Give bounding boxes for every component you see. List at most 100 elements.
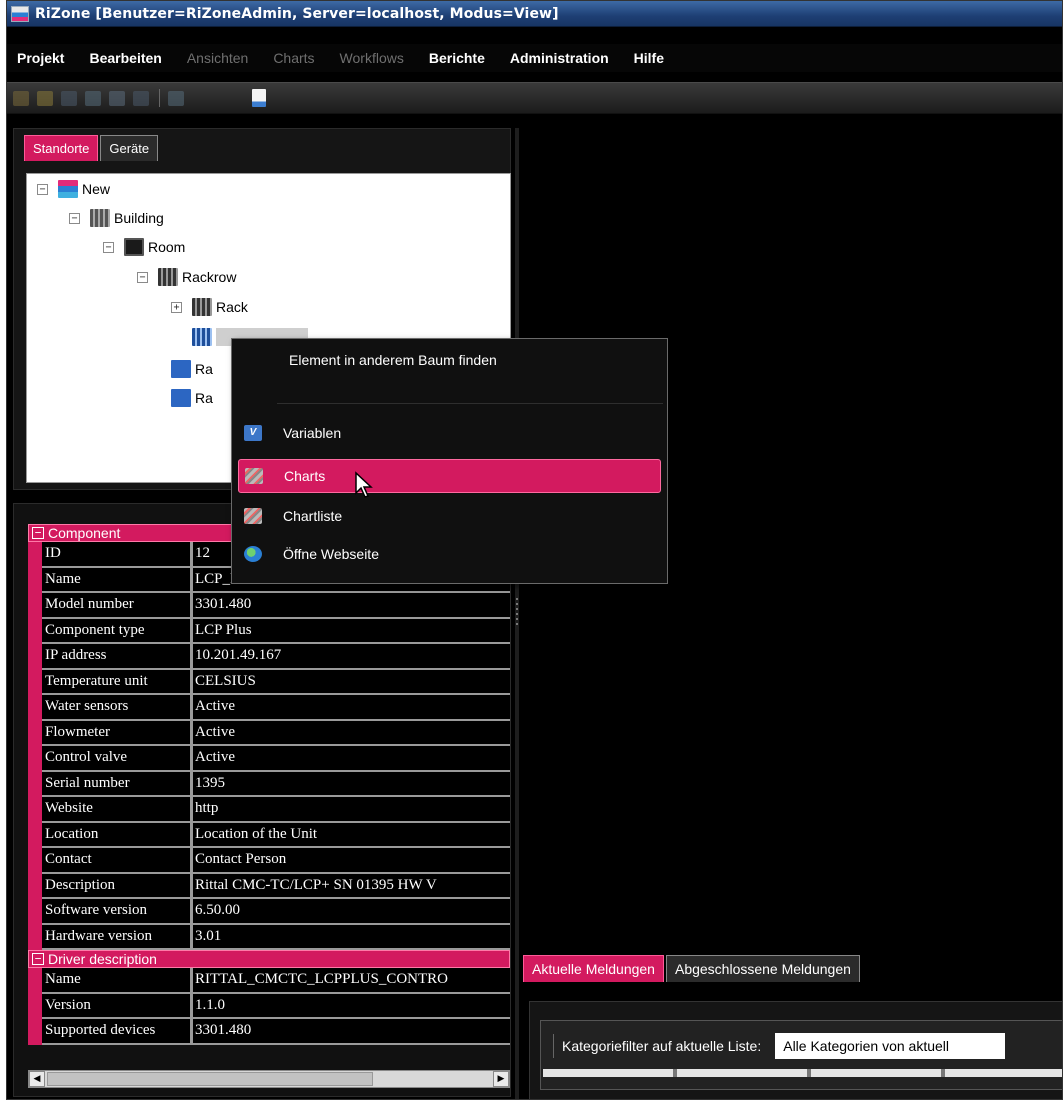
scroll-left-icon[interactable]: ◀ [29, 1071, 45, 1087]
property-value[interactable]: 3.01 [193, 924, 510, 950]
property-value[interactable]: Location of the Unit [193, 822, 510, 848]
collapse-icon[interactable]: − [37, 183, 48, 195]
collapse-icon[interactable]: − [69, 212, 80, 224]
property-key: Hardware version [42, 924, 193, 950]
property-row[interactable]: Control valve Active [28, 746, 510, 772]
horizontal-scrollbar[interactable]: ◀ ▶ [28, 1070, 510, 1088]
section-title: Driver description [48, 951, 157, 967]
collapse-icon[interactable]: − [137, 271, 148, 283]
panel-splitter[interactable] [515, 128, 519, 1099]
property-key: Software version [42, 899, 193, 925]
property-row[interactable]: Name RITTAL_CMCTC_LCPPLUS_CONTRO [28, 968, 510, 994]
tree-node-room[interactable]: − Room [103, 236, 185, 258]
network-icon[interactable] [168, 90, 184, 106]
property-value[interactable]: LCP Plus [193, 618, 510, 644]
property-row[interactable]: Website http [28, 797, 510, 823]
property-key: ID [42, 542, 193, 568]
open-folder-icon[interactable] [37, 90, 53, 106]
tree-node-label: Ra [195, 361, 213, 377]
document-icon[interactable] [252, 89, 266, 107]
filter-select[interactable]: Alle Kategorien von aktuell [775, 1033, 1006, 1059]
property-key: Model number [42, 593, 193, 619]
menu-berichte[interactable]: Berichte [429, 50, 485, 66]
save-icon[interactable] [61, 90, 77, 106]
tree-node-label: Rackrow [182, 269, 237, 285]
property-key: Water sensors [42, 695, 193, 721]
menu-ansichten[interactable]: Ansichten [187, 50, 248, 66]
collapse-icon[interactable]: − [103, 241, 114, 253]
property-row[interactable]: IP address 10.201.49.167 [28, 644, 510, 670]
tree-node-temperature[interactable]: Ra [171, 358, 213, 380]
toolbar-separator [159, 89, 160, 107]
property-row[interactable]: Version 1.1.0 [28, 993, 510, 1019]
tree-node-label: Ra [195, 390, 213, 406]
menu-hilfe[interactable]: Hilfe [634, 50, 664, 66]
messages-column-headers[interactable] [543, 1069, 1062, 1077]
tree-node-new[interactable]: − New [37, 178, 110, 200]
property-row[interactable]: Model number 3301.480 [28, 593, 510, 619]
property-value[interactable]: Active [193, 746, 510, 772]
menu-projekt[interactable]: Projekt [17, 50, 64, 66]
expand-icon[interactable]: + [171, 301, 182, 313]
export-icon[interactable] [133, 90, 149, 106]
tab-aktuelle-meldungen[interactable]: Aktuelle Meldungen [523, 955, 664, 982]
property-value[interactable]: Rittal CMC-TC/LCP+ SN 01395 HW V [193, 873, 510, 899]
tab-standorte[interactable]: Standorte [24, 135, 99, 161]
menu-item-variablen[interactable]: V Variablen [238, 416, 661, 450]
property-row[interactable]: Water sensors Active [28, 695, 510, 721]
building-icon [90, 209, 110, 227]
property-value[interactable]: CELSIUS [193, 669, 510, 695]
menu-item-label: Chartliste [283, 508, 343, 524]
property-row[interactable]: Hardware version 3.01 [28, 924, 510, 950]
property-value[interactable]: 6.50.00 [193, 899, 510, 925]
menu-charts[interactable]: Charts [273, 50, 314, 66]
app-window: RiZone [Benutzer=RiZoneAdmin, Server=loc… [6, 0, 1063, 1100]
property-value[interactable]: 1.1.0 [193, 993, 510, 1019]
property-value[interactable]: Contact Person [193, 848, 510, 874]
collapse-icon[interactable]: − [32, 953, 44, 965]
move-icon[interactable] [109, 90, 125, 106]
menu-item-charts[interactable]: Charts [238, 459, 661, 493]
property-row[interactable]: Serial number 1395 [28, 771, 510, 797]
menu-workflows[interactable]: Workflows [340, 50, 404, 66]
tree-icon[interactable] [85, 90, 101, 106]
menu-item-open-website[interactable]: Öffne Webseite [238, 537, 661, 571]
menu-administration[interactable]: Administration [510, 50, 609, 66]
property-value[interactable]: http [193, 797, 510, 823]
property-value[interactable]: Active [193, 720, 510, 746]
property-row[interactable]: Component type LCP Plus [28, 618, 510, 644]
tab-abgeschlossene-meldungen[interactable]: Abgeschlossene Meldungen [665, 955, 860, 982]
property-key: Control valve [42, 746, 193, 772]
driver-section-header[interactable]: − Driver description [28, 950, 510, 968]
property-row[interactable]: Location Location of the Unit [28, 822, 510, 848]
menu-item-find-in-other-tree[interactable]: Element in anderem Baum finden [238, 343, 661, 377]
property-row[interactable]: Supported devices 3301.480 [28, 1019, 510, 1045]
menu-item-chartliste[interactable]: Chartliste [238, 499, 661, 533]
property-value[interactable]: Active [193, 695, 510, 721]
property-value[interactable]: 3301.480 [193, 593, 510, 619]
collapse-icon[interactable]: − [32, 527, 44, 539]
menu-bearbeiten[interactable]: Bearbeiten [89, 50, 161, 66]
title-bar[interactable]: RiZone [Benutzer=RiZoneAdmin, Server=loc… [7, 1, 1062, 27]
property-row[interactable]: Temperature unit CELSIUS [28, 669, 510, 695]
mouse-cursor-icon [355, 471, 373, 498]
splitter-grip-icon[interactable] [516, 598, 518, 626]
tree-node-building[interactable]: − Building [69, 207, 164, 229]
scroll-thumb[interactable] [47, 1072, 373, 1086]
property-value[interactable]: RITTAL_CMCTC_LCPPLUS_CONTRO [193, 968, 510, 994]
tree-node-rackrow[interactable]: − Rackrow [137, 266, 236, 288]
new-project-icon[interactable] [13, 90, 29, 106]
property-row[interactable]: Software version 6.50.00 [28, 899, 510, 925]
property-value[interactable]: 1395 [193, 771, 510, 797]
property-value[interactable]: 10.201.49.167 [193, 644, 510, 670]
property-row[interactable]: Description Rittal CMC-TC/LCP+ SN 01395 H… [28, 873, 510, 899]
tab-geraete[interactable]: Geräte [100, 135, 159, 161]
tree-node-rack[interactable]: + Rack [171, 296, 248, 318]
property-value[interactable]: 3301.480 [193, 1019, 510, 1045]
app-icon [11, 5, 29, 22]
menu-item-label: Charts [284, 468, 326, 484]
tree-node-water[interactable]: Ra [171, 387, 213, 409]
scroll-right-icon[interactable]: ▶ [493, 1071, 509, 1087]
property-row[interactable]: Flowmeter Active [28, 720, 510, 746]
property-row[interactable]: Contact Contact Person [28, 848, 510, 874]
